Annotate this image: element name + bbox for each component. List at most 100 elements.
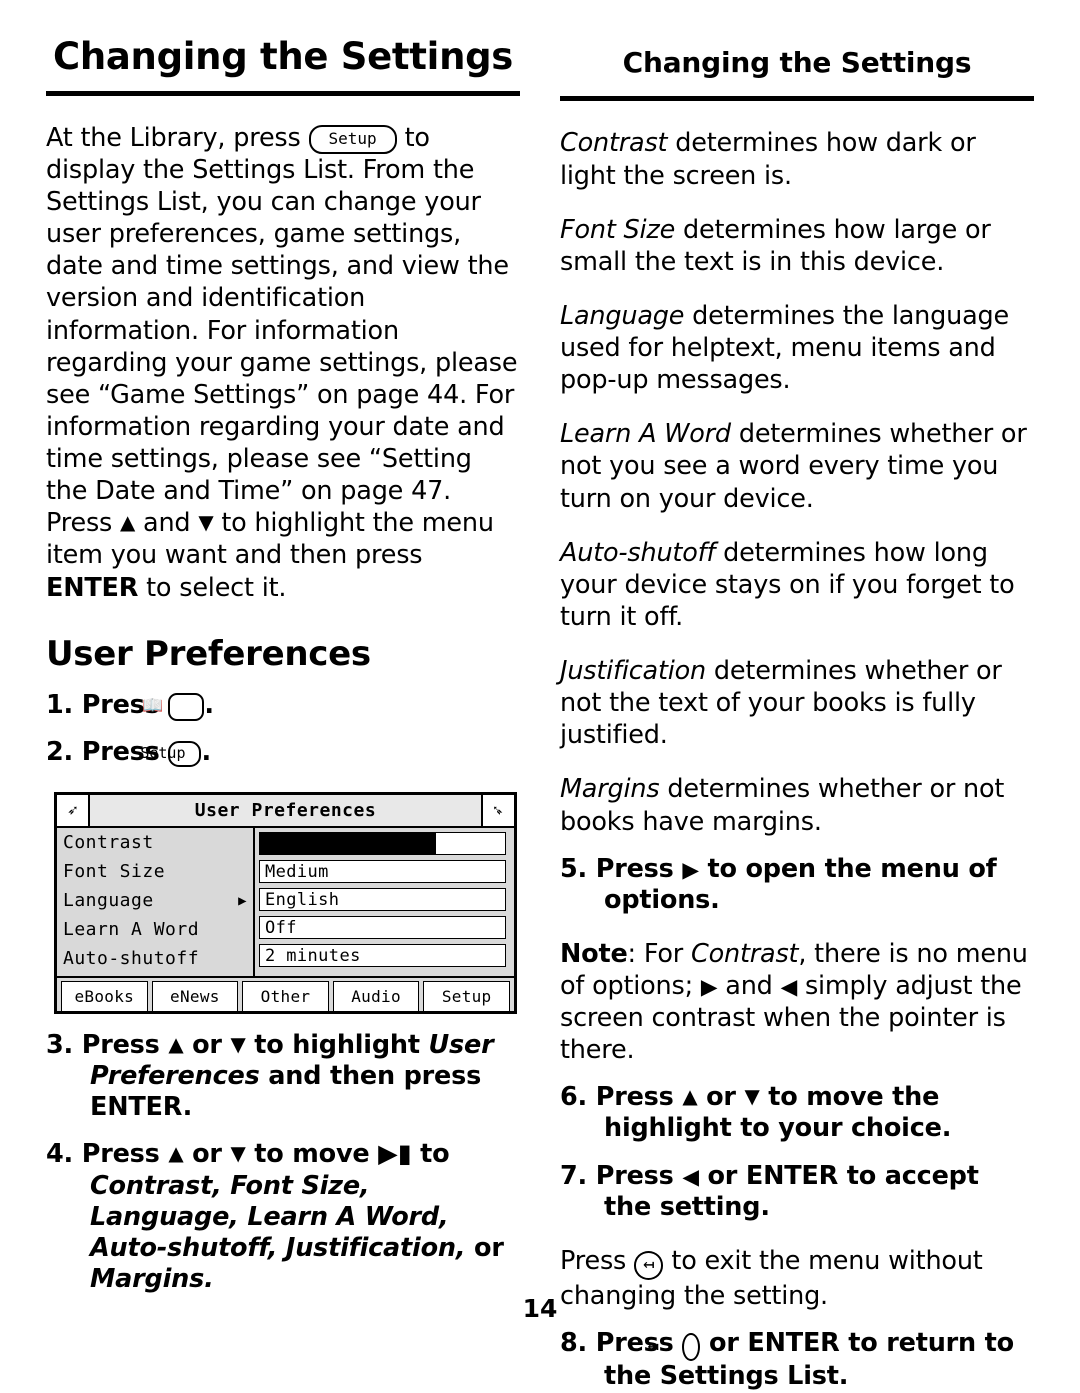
device-menu-list: Contrast Font Size Language ▶ Learn A Wo… — [57, 828, 255, 977]
definition-auto-shutoff: Auto-shutoff determines how long your de… — [560, 537, 1034, 633]
page-title-left: Changing the Settings — [52, 35, 514, 78]
intro-text-2: to display the Settings List. From the S… — [46, 122, 518, 539]
bookmark-flag-icon-right: ➶ — [481, 795, 514, 827]
step-1: 1. Press 📖. — [46, 690, 520, 721]
auto-shutoff-value[interactable]: 2 minutes — [259, 944, 506, 968]
device-menu-label: Contrast — [63, 832, 154, 854]
exit-text-a: Press — [560, 1245, 627, 1276]
page-number: 14 — [522, 1294, 558, 1323]
intro-paragraph: At the Library, press Setup to display t… — [46, 122, 520, 604]
step-6: 6. Press ▲ or ▼ to move the highlight to… — [560, 1082, 1034, 1144]
note-paragraph: Note: For Contrast, there is no menu of … — [560, 938, 1034, 1067]
device-title-text: User Preferences — [194, 800, 377, 822]
book-key-icon: 📖 — [142, 692, 205, 721]
steps-list-right-3: 8. Press ↤ or ENTER to return to the Set… — [560, 1328, 1034, 1393]
tab-other[interactable]: Other — [242, 981, 329, 1012]
steps-list-left: 1. Press 📖. 2. Press Setup. — [46, 690, 520, 768]
step-4-text-d: to — [420, 1139, 450, 1170]
step-7-number: 7. — [560, 1160, 588, 1191]
device-screenshot: ➶ User Preferences ➶ Contrast Font Size … — [54, 792, 517, 1015]
device-menu-item[interactable]: Language ▶ — [57, 886, 253, 915]
step-8: 8. Press ↤ or ENTER to return to the Set… — [560, 1328, 1034, 1393]
language-value[interactable]: English — [259, 888, 506, 912]
step-2-end: . — [201, 736, 211, 767]
down-arrow-icon: ▼ — [744, 1085, 760, 1109]
note-text-c: and — [725, 970, 773, 1001]
step-3-text-c: to highlight — [254, 1030, 420, 1061]
definition-learn-a-word: Learn A Word determines whether or not y… — [560, 418, 1034, 514]
tab-enews[interactable]: eNews — [151, 981, 239, 1012]
down-arrow-icon: ▼ — [230, 1033, 246, 1057]
step-4-last: Margins. — [90, 1263, 214, 1294]
step-8-text-a: Press — [595, 1327, 674, 1358]
step-3-text-d: and then press — [268, 1061, 482, 1092]
step-2-number: 2. — [46, 736, 74, 767]
manual-page: Changing the Settings At the Library, pr… — [0, 0, 1080, 1391]
up-arrow-icon: ▲ — [682, 1085, 698, 1109]
step-1-number: 1. — [46, 689, 74, 720]
step-3-text-e: ENTER. — [90, 1092, 193, 1123]
back-key-icon-2: ↤ — [647, 1332, 701, 1362]
device-value-list: Medium English Off 2 minutes — [255, 828, 514, 977]
intro-text-4: to highlight the menu item you want and … — [46, 508, 494, 571]
device-body: Contrast Font Size Language ▶ Learn A Wo… — [57, 828, 514, 979]
note-italic: Contrast — [691, 938, 799, 969]
pointer-flag-icon: ▶▮ — [378, 1139, 412, 1170]
header-rule-left — [46, 90, 520, 96]
tab-setup[interactable]: Setup — [423, 981, 510, 1012]
device-titlebar: ➶ User Preferences ➶ — [57, 795, 514, 829]
step-7: 7. Press ◀ or ENTER to accept the settin… — [560, 1161, 1034, 1223]
up-arrow-icon: ▲ — [168, 1033, 184, 1057]
step-5-number: 5. — [560, 853, 588, 884]
left-arrow-icon: ◀ — [780, 974, 798, 1000]
section-heading-user-preferences: User Preferences — [46, 633, 371, 674]
step-4-text-c: to move — [254, 1139, 370, 1170]
contrast-bar[interactable] — [259, 832, 506, 856]
bookmark-flag-icon-left: ➶ — [57, 795, 90, 827]
left-column: Changing the Settings At the Library, pr… — [46, 30, 520, 1393]
device-menu-item[interactable]: Auto-shutoff — [57, 944, 253, 973]
step-4-italic-list: Contrast, Font Size, Language, Learn A W… — [90, 1170, 466, 1263]
tab-audio[interactable]: Audio — [332, 981, 420, 1012]
intro-text-5: to select it. — [146, 572, 287, 603]
definition-language: Language determines the language used fo… — [560, 300, 1034, 396]
step-4-text-a: Press — [81, 1139, 160, 1170]
definition-term: Learn A Word — [560, 419, 731, 450]
right-column: Changing the Settings Contrast determine… — [560, 30, 1034, 1393]
enter-label: ENTER — [46, 572, 139, 603]
device-menu-item[interactable]: Font Size — [57, 857, 253, 886]
up-arrow-icon: ▲ — [120, 511, 136, 535]
two-column-layout: Changing the Settings At the Library, pr… — [46, 30, 1034, 1393]
device-menu-item[interactable]: Contrast — [57, 828, 253, 857]
definition-justification: Justification determines whether or not … — [560, 655, 1034, 751]
tab-ebooks[interactable]: eBooks — [61, 981, 148, 1012]
right-pointer-icon: ▶ — [238, 892, 247, 909]
step-1-end: . — [204, 689, 214, 720]
definition-term: Font Size — [560, 214, 676, 245]
intro-text-3: and — [143, 508, 191, 539]
definition-font-size: Font Size determines how large or small … — [560, 214, 1034, 278]
step-5: 5. Press ▶ to open the menu of options. — [560, 854, 1034, 916]
step-4-number: 4. — [46, 1139, 74, 1170]
learn-a-word-value[interactable]: Off — [259, 916, 506, 940]
steps-list-left-2: 3. Press ▲ or ▼ to highlight User Prefer… — [46, 1030, 520, 1295]
step-6-text-b: or — [706, 1082, 736, 1113]
step-3-text-a: Press — [81, 1030, 160, 1061]
step-4-or: or — [474, 1232, 504, 1263]
device-menu-label: Font Size — [63, 861, 166, 883]
up-arrow-icon: ▲ — [168, 1142, 184, 1166]
device-tabbar: eBooks eNews Other Audio Setup — [57, 978, 514, 1012]
page-title-right: Changing the Settings — [622, 46, 972, 79]
step-4: 4. Press ▲ or ▼ to move ▶▮ to Contrast, … — [46, 1139, 520, 1295]
right-arrow-icon: ▶ — [700, 974, 718, 1000]
definition-margins: Margins determines whether or not books … — [560, 773, 1034, 837]
left-arrow-icon: ◀ — [682, 1164, 699, 1190]
font-size-value[interactable]: Medium — [259, 860, 506, 884]
device-menu-label: Language — [63, 890, 154, 912]
definition-term: Auto-shutoff — [560, 537, 716, 568]
device-menu-item[interactable]: Learn A Word — [57, 915, 253, 944]
definition-term: Contrast — [560, 128, 668, 159]
definition-term: Justification — [560, 656, 707, 687]
device-menu-label: Learn A Word — [63, 919, 200, 941]
note-label: Note — [560, 938, 628, 969]
